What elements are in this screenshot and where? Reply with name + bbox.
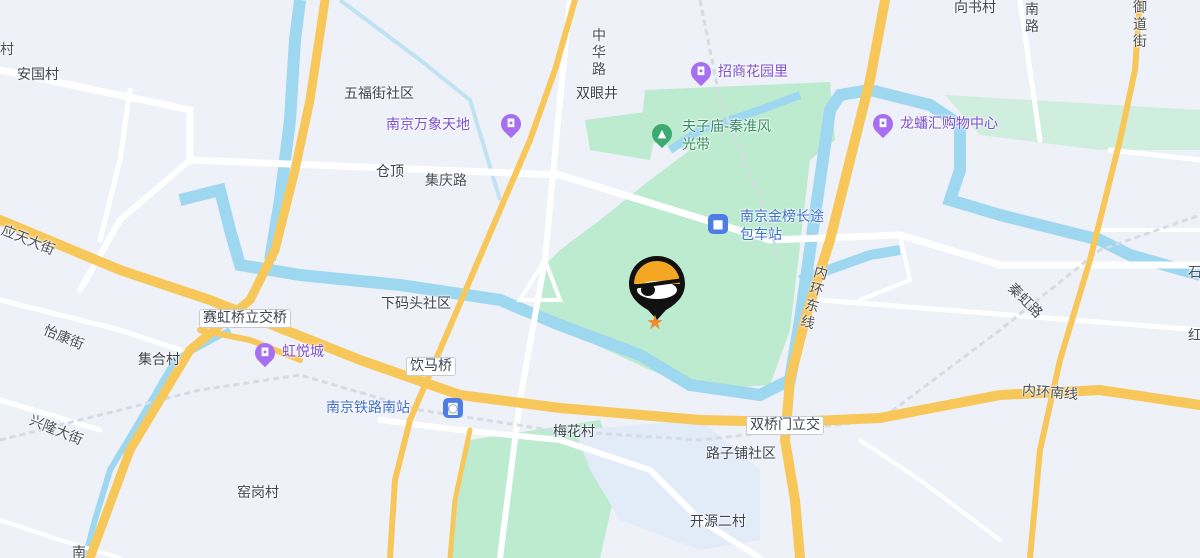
zhonghua-road-label: 中华路 <box>592 28 606 78</box>
right-edge-label-a: 石 <box>1188 265 1200 281</box>
bus-station-icon[interactable]: ■ <box>708 214 728 234</box>
jiqing-road-label: 集庆路 <box>425 173 467 189</box>
poi-zhaoshang[interactable]: 招商花园里 <box>718 64 788 80</box>
place-jihe[interactable]: 集合村 <box>138 352 180 368</box>
shopping-bag-icon[interactable]: ◘ <box>250 338 280 368</box>
map-canvas[interactable]: 中华路 集庆路 应天大街 怡康街 兴隆大街 内环东线 内环南线 御道街 秦虹路 … <box>0 0 1200 558</box>
park-strip <box>585 110 660 160</box>
shopping-bag-icon[interactable]: ◘ <box>496 109 526 139</box>
badge-yinma[interactable]: 饮马桥 <box>406 357 456 376</box>
place-kaiyuan[interactable]: 开源二村 <box>690 514 746 530</box>
place-shuangyanjing[interactable]: 双眼井 <box>576 86 618 102</box>
poi-wanxiang[interactable]: 南京万象天地 <box>386 117 470 133</box>
place-cangding[interactable]: 仓顶 <box>376 164 404 180</box>
poi-longfan[interactable]: 龙蟠汇购物中心 <box>900 116 998 132</box>
shopping-bag-icon[interactable]: ◘ <box>868 109 898 139</box>
shopping-bag-icon[interactable]: ◘ <box>686 57 716 87</box>
place-meihua[interactable]: 梅花村 <box>553 424 595 440</box>
poi-jinbang[interactable]: 南京金榜长途包车站 <box>740 208 830 244</box>
place-xiamatou[interactable]: 下码头社区 <box>381 296 451 312</box>
place-xiangshu[interactable]: 向书村 <box>954 0 996 16</box>
poi-fuzimiao[interactable]: 夫子庙-秦淮风光带 <box>682 118 778 154</box>
location-pin-icon[interactable]: ★ <box>626 254 688 336</box>
nan-road-label: 南路 <box>1025 2 1039 35</box>
yudao-street-label: 御道街 <box>1133 0 1147 50</box>
poi-nanzhan[interactable]: 南京铁路南站 <box>326 400 410 416</box>
scenic-spot-icon[interactable]: ▲ <box>647 119 677 149</box>
right-edge-label-b: 红 <box>1188 328 1200 344</box>
place-wufu[interactable]: 五福街社区 <box>344 86 414 102</box>
top-left-label-a: 村 <box>0 42 14 58</box>
poi-hongyue[interactable]: 虹悦城 <box>282 344 324 360</box>
bottom-left-label-a: 南 <box>72 545 86 558</box>
badge-shuangqiao[interactable]: 双桥门立交 <box>746 416 824 435</box>
place-anguo[interactable]: 安国村 <box>17 67 59 83</box>
place-luzipu[interactable]: 路子铺社区 <box>706 446 776 462</box>
place-yaogang[interactable]: 窑岗村 <box>237 485 279 501</box>
badge-saihong[interactable]: 赛虹桥立交桥 <box>199 309 291 328</box>
star-icon: ★ <box>646 310 664 334</box>
railway-station-icon[interactable]: ◙ <box>443 398 463 418</box>
map-base-layer <box>0 0 1200 558</box>
